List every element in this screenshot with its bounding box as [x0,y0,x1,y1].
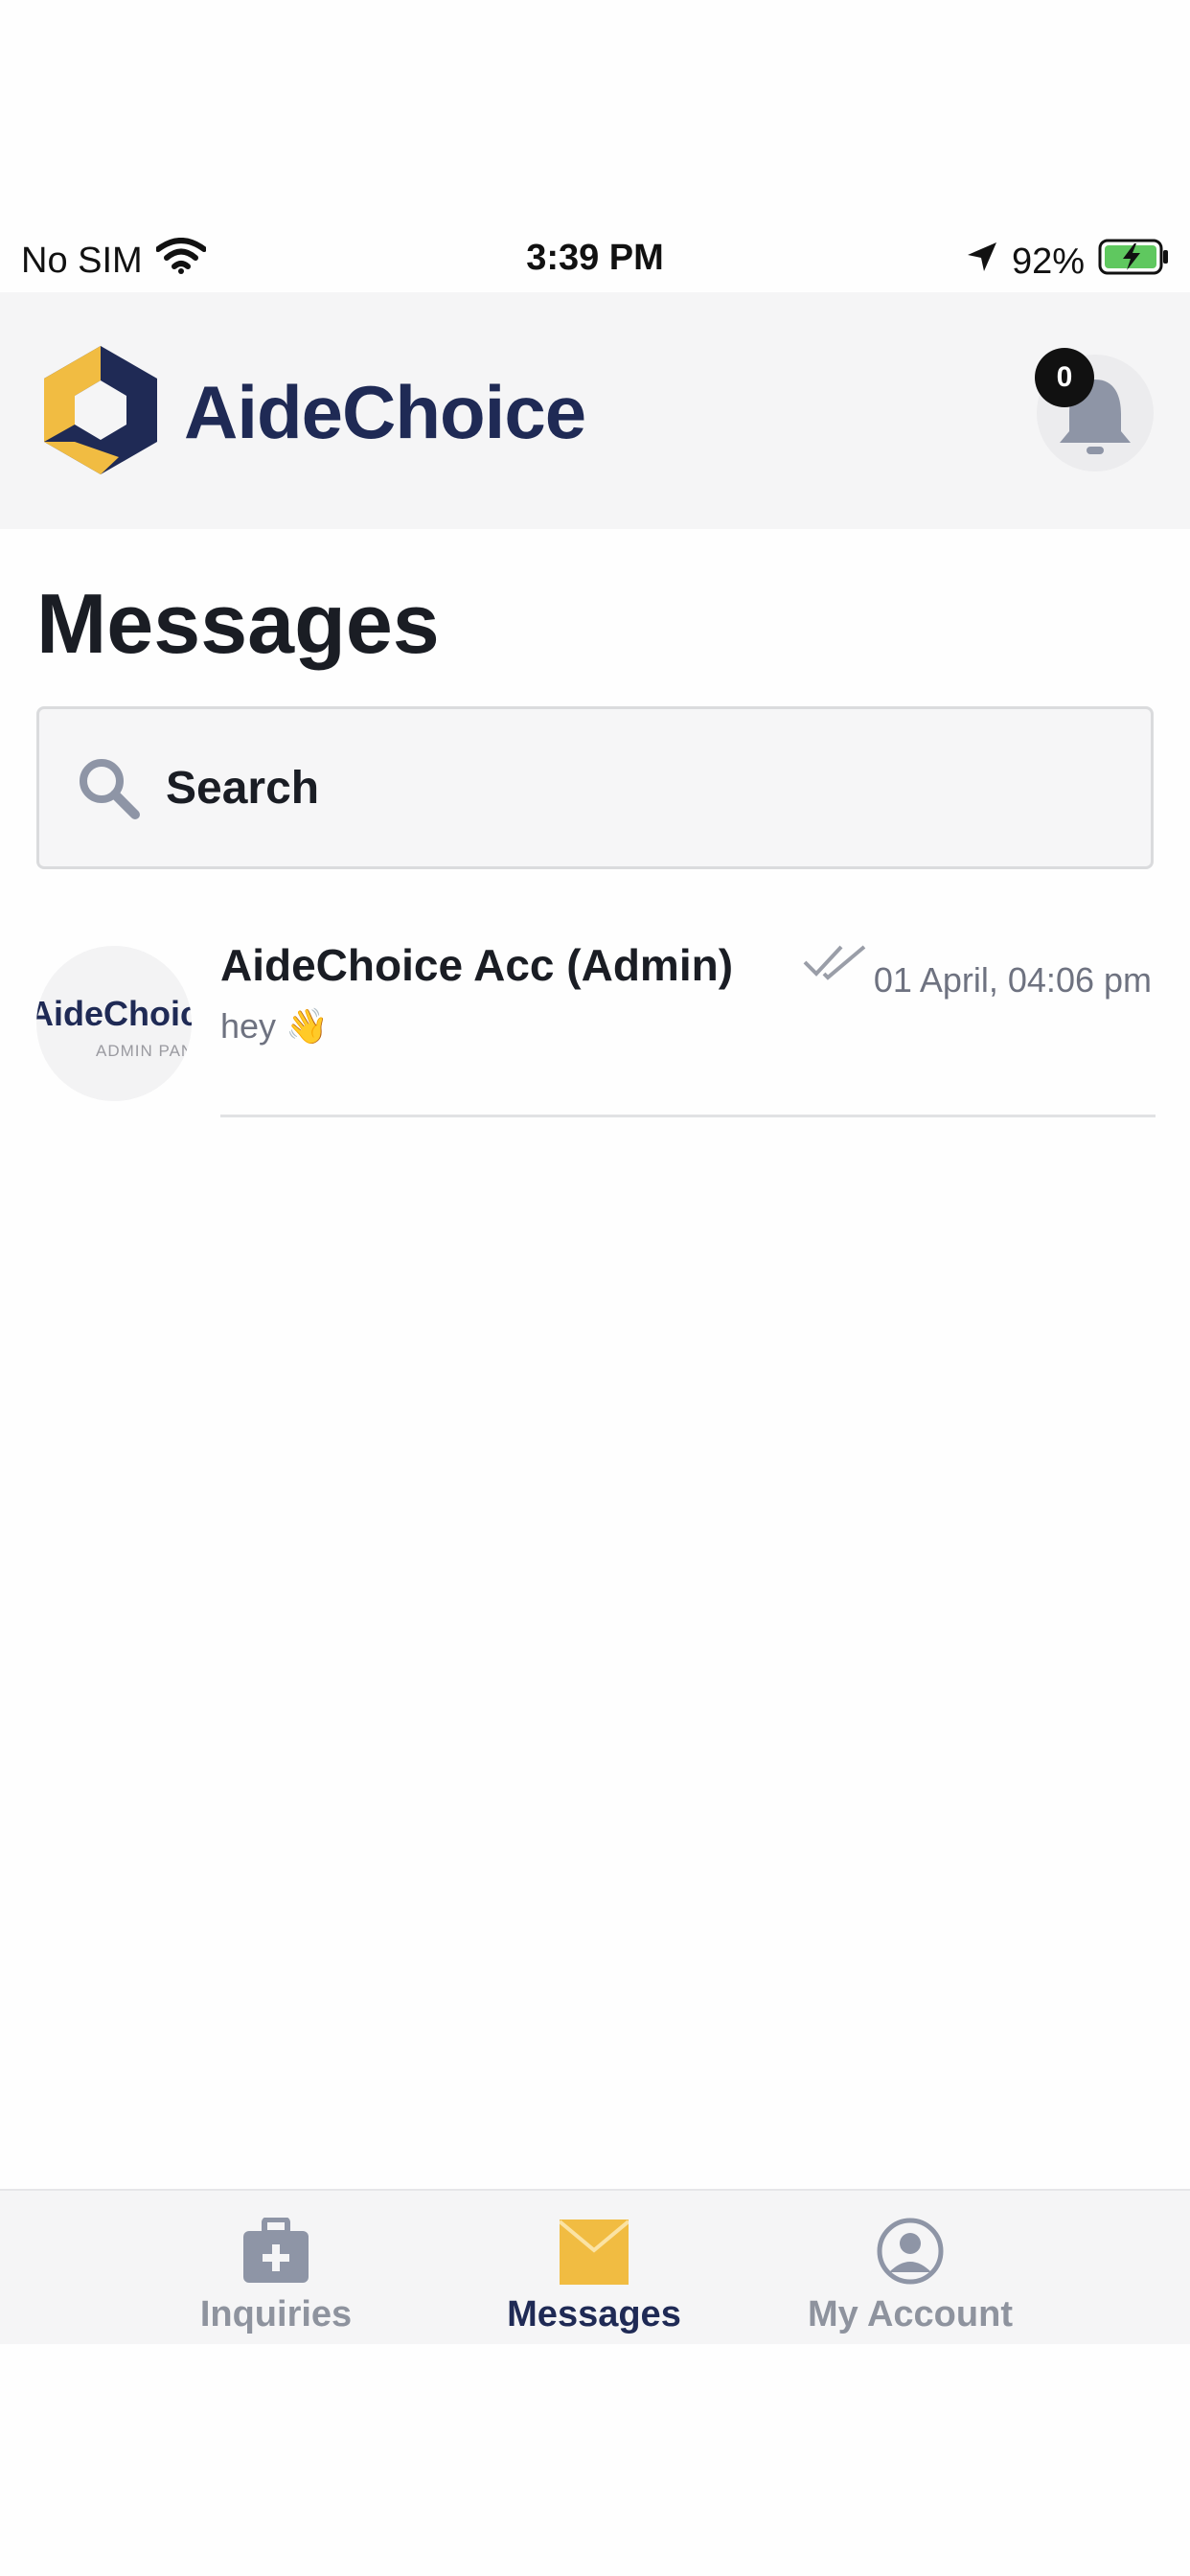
conversation-name: AideChoice Acc (Admin) [220,940,734,990]
search-bar[interactable] [36,706,1154,869]
battery-charging-icon [1098,238,1171,286]
tab-my-account[interactable]: My Account [795,2214,1025,2335]
search-input[interactable] [164,760,1030,816]
aidechoice-logo-icon [38,342,163,483]
app-header: AideChoice 0 [0,292,1190,529]
tab-messages-label: Messages [507,2294,681,2334]
bottom-tab-bar: Inquiries Messages My Account [0,2189,1190,2344]
medical-briefcase-icon [161,2214,391,2288]
notification-count-badge: 0 [1035,348,1094,407]
tab-my-account-label: My Account [808,2294,1013,2334]
status-bar: No SIM 3:39 PM 92% [0,230,1190,291]
brand-name: AideChoice [184,370,586,454]
tab-inquiries-label: Inquiries [199,2294,353,2334]
envelope-icon [479,2214,709,2288]
double-check-icon [803,943,868,986]
conversation-item[interactable]: AideChoice ADMIN PANEL AideChoice Acc (A… [0,920,1190,1121]
location-arrow-icon [966,241,998,283]
conversation-divider [220,1115,1156,1117]
wifi-icon [154,238,207,284]
page-title: Messages [36,576,440,671]
avatar-logo-text: AideChoice [36,994,192,1033]
tab-messages[interactable]: Messages [479,2214,709,2335]
brand-logo[interactable]: AideChoice [38,342,586,483]
clock: 3:39 PM [526,238,664,278]
tab-inquiries[interactable]: Inquiries [161,2214,391,2335]
conversation-preview: hey 👋 [220,1006,329,1046]
conversation-time: 01 April, 04:06 pm [873,960,1152,1000]
avatar: AideChoice ADMIN PANEL [36,946,192,1101]
carrier-label: No SIM [21,240,143,281]
battery-percent: 92% [1011,241,1085,282]
user-circle-icon [795,2214,1025,2288]
avatar-logo-subtext: ADMIN PANEL [96,1042,192,1060]
search-icon [74,753,143,822]
